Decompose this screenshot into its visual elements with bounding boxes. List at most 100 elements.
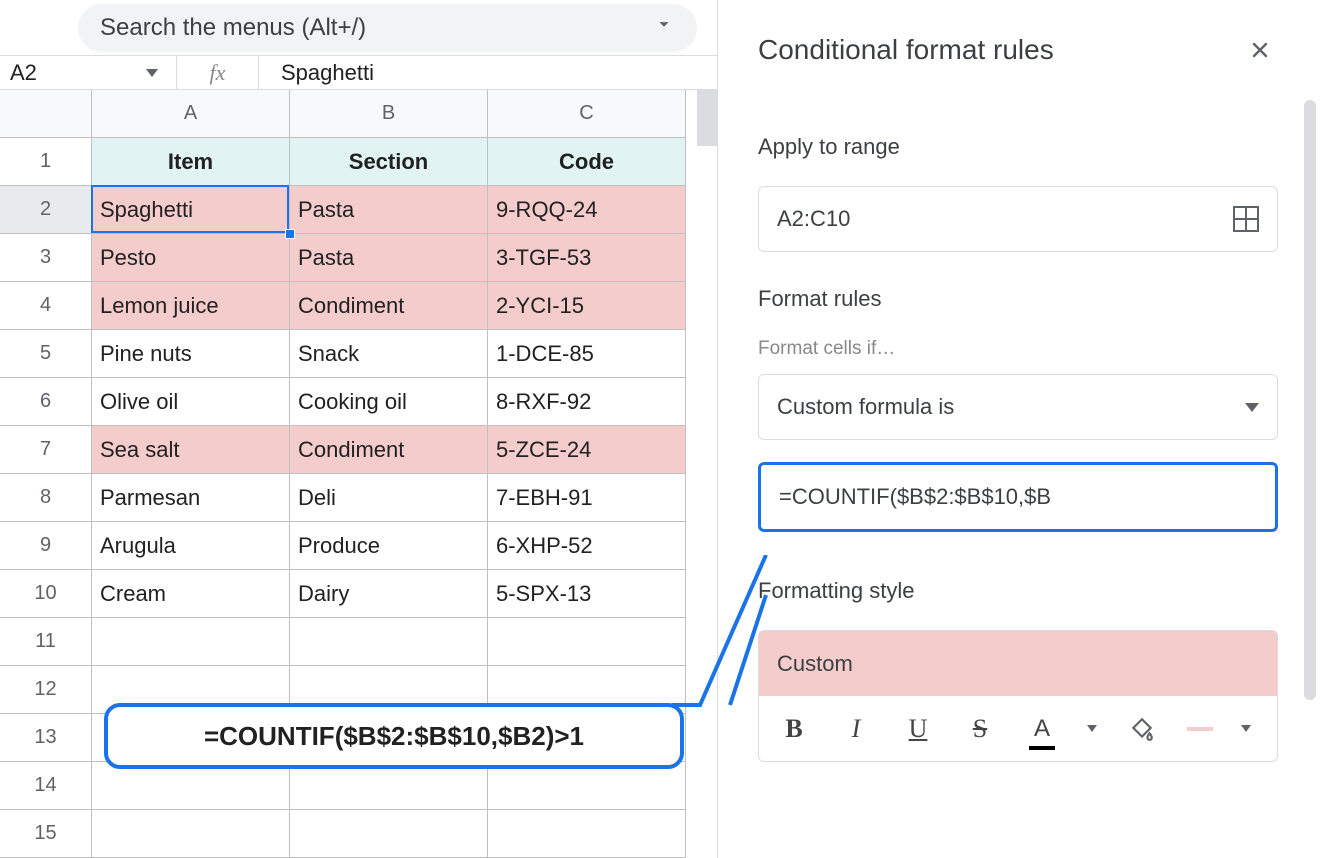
conditional-format-panel: Conditional format rules Apply to range …: [718, 0, 1320, 858]
row-header[interactable]: 1: [0, 138, 92, 186]
column-header[interactable]: A: [92, 90, 290, 138]
table-cell[interactable]: [488, 618, 686, 666]
table-cell[interactable]: Pasta: [290, 186, 488, 234]
table-cell[interactable]: Arugula: [92, 522, 290, 570]
column-header[interactable]: C: [488, 90, 686, 138]
style-preview-label: Custom: [777, 651, 853, 677]
table-cell[interactable]: [92, 618, 290, 666]
row-header[interactable]: 2: [0, 186, 92, 234]
table-cell[interactable]: 5-SPX-13: [488, 570, 686, 618]
table-cell[interactable]: [290, 618, 488, 666]
table-cell[interactable]: Spaghetti: [92, 186, 290, 234]
chevron-down-icon[interactable]: [1241, 725, 1251, 732]
apply-range-value: A2:C10: [777, 206, 850, 232]
select-range-icon[interactable]: [1233, 206, 1259, 232]
chevron-down-icon[interactable]: [1087, 725, 1097, 732]
scrollbar[interactable]: [1304, 100, 1316, 700]
table-header-cell[interactable]: Item: [92, 138, 290, 186]
table-cell[interactable]: 6-XHP-52: [488, 522, 686, 570]
menu-search-placeholder: Search the menus (Alt+/): [100, 14, 619, 42]
apply-range-input[interactable]: A2:C10: [758, 186, 1278, 252]
chevron-down-icon: [1245, 403, 1259, 412]
row-header[interactable]: 9: [0, 522, 92, 570]
condition-value: Custom formula is: [777, 394, 954, 420]
table-cell[interactable]: 3-TGF-53: [488, 234, 686, 282]
table-cell[interactable]: Deli: [290, 474, 488, 522]
underline-button[interactable]: U: [901, 710, 935, 748]
table-cell[interactable]: Pesto: [92, 234, 290, 282]
fx-icon: fx: [176, 56, 258, 89]
row-header[interactable]: 11: [0, 618, 92, 666]
table-cell[interactable]: 9-RQQ-24: [488, 186, 686, 234]
table-cell[interactable]: Sea salt: [92, 426, 290, 474]
style-preview[interactable]: Custom: [758, 630, 1278, 696]
table-cell[interactable]: Olive oil: [92, 378, 290, 426]
format-rules-title: Format rules: [758, 286, 1278, 312]
bold-button[interactable]: B: [777, 710, 811, 748]
table-cell[interactable]: Parmesan: [92, 474, 290, 522]
table-cell[interactable]: 8-RXF-92: [488, 378, 686, 426]
table-cell[interactable]: [290, 762, 488, 810]
table-cell[interactable]: Dairy: [290, 570, 488, 618]
menu-search-row: Search the menus (Alt+/): [0, 0, 717, 56]
paint-bucket-icon: [1129, 716, 1155, 742]
table-cell[interactable]: Cream: [92, 570, 290, 618]
formula-callout-text: =COUNTIF($B$2:$B$10,$B2)>1: [204, 721, 584, 752]
table-cell[interactable]: Cooking oil: [290, 378, 488, 426]
formatting-style-title: Formatting style: [758, 578, 1278, 604]
row-header[interactable]: 15: [0, 810, 92, 858]
table-cell[interactable]: [92, 762, 290, 810]
table-cell[interactable]: 1-DCE-85: [488, 330, 686, 378]
name-box-row: A2 fx Spaghetti: [0, 56, 717, 90]
chevron-down-icon[interactable]: [619, 13, 675, 42]
style-toolbar: B I U S A: [758, 696, 1278, 762]
formula-callout: =COUNTIF($B$2:$B$10,$B2)>1: [104, 703, 684, 769]
row-header[interactable]: 4: [0, 282, 92, 330]
table-cell[interactable]: [488, 762, 686, 810]
table-cell[interactable]: 5-ZCE-24: [488, 426, 686, 474]
table-header-cell[interactable]: Section: [290, 138, 488, 186]
panel-title: Conditional format rules: [758, 34, 1054, 66]
menu-search[interactable]: Search the menus (Alt+/): [78, 4, 697, 52]
row-header[interactable]: 8: [0, 474, 92, 522]
chevron-down-icon[interactable]: [146, 69, 158, 77]
close-button[interactable]: [1242, 32, 1278, 68]
italic-button[interactable]: I: [839, 710, 873, 748]
table-cell[interactable]: Produce: [290, 522, 488, 570]
table-cell[interactable]: Lemon juice: [92, 282, 290, 330]
row-header[interactable]: 13: [0, 714, 92, 762]
row-header[interactable]: 10: [0, 570, 92, 618]
formula-bar-value: Spaghetti: [281, 60, 374, 86]
formula-bar[interactable]: Spaghetti: [258, 56, 717, 89]
row-header[interactable]: 5: [0, 330, 92, 378]
table-header-cell[interactable]: Code: [488, 138, 686, 186]
split-handle[interactable]: [697, 90, 717, 146]
name-box[interactable]: A2: [0, 60, 176, 86]
scrollbar-thumb[interactable]: [1304, 100, 1316, 700]
table-cell[interactable]: 2-YCI-15: [488, 282, 686, 330]
fill-color-button[interactable]: [1125, 710, 1159, 748]
table-cell[interactable]: Condiment: [290, 426, 488, 474]
table-cell[interactable]: [92, 810, 290, 858]
select-all-corner[interactable]: [0, 90, 92, 138]
row-header[interactable]: 14: [0, 762, 92, 810]
row-header[interactable]: 7: [0, 426, 92, 474]
text-color-button[interactable]: A: [1025, 710, 1059, 748]
table-cell[interactable]: Condiment: [290, 282, 488, 330]
table-cell[interactable]: [290, 810, 488, 858]
table-cell[interactable]: 7-EBH-91: [488, 474, 686, 522]
table-cell[interactable]: Pine nuts: [92, 330, 290, 378]
custom-formula-input[interactable]: [758, 462, 1278, 532]
fill-color-swatch: [1187, 727, 1213, 731]
format-cells-if-label: Format cells if…: [758, 338, 1278, 360]
table-cell[interactable]: Pasta: [290, 234, 488, 282]
row-header[interactable]: 6: [0, 378, 92, 426]
row-header[interactable]: 12: [0, 666, 92, 714]
strike-button[interactable]: S: [963, 710, 997, 748]
table-cell[interactable]: Snack: [290, 330, 488, 378]
column-header[interactable]: B: [290, 90, 488, 138]
table-cell[interactable]: [488, 810, 686, 858]
condition-dropdown[interactable]: Custom formula is: [758, 374, 1278, 440]
row-header[interactable]: 3: [0, 234, 92, 282]
apply-range-title: Apply to range: [758, 134, 1278, 160]
